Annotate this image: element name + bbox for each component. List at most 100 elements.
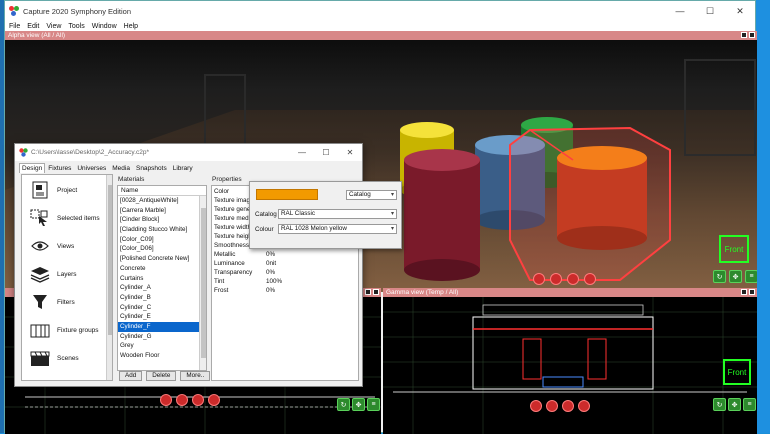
close-button[interactable]: ✕ xyxy=(725,1,755,21)
color-mode-select[interactable]: Catalog ▾ xyxy=(346,190,397,200)
alpha-view-cube[interactable]: Front xyxy=(719,235,749,263)
sidebar-scrollbar[interactable] xyxy=(106,175,112,380)
rotate-tool-icon[interactable] xyxy=(176,394,188,406)
viewport-restore-icon[interactable] xyxy=(365,289,371,295)
menu-window[interactable]: Window xyxy=(92,23,117,30)
list-item[interactable]: [Color_C09] xyxy=(118,235,206,245)
tab-fixtures[interactable]: Fixtures xyxy=(45,163,74,173)
app-title: Capture 2020 Symphony Edition xyxy=(23,6,131,16)
dialog-maximize-button[interactable]: ☐ xyxy=(314,144,338,161)
viewport-restore-icon[interactable] xyxy=(741,289,747,295)
viewport-restore-icon[interactable] xyxy=(741,32,747,38)
sidebar-item-scenes[interactable]: Scenes xyxy=(30,349,79,367)
move-tool-icon[interactable] xyxy=(530,400,542,412)
colour-select[interactable]: RAL 1028 Melon yellow ▾ xyxy=(278,224,397,234)
property-row: Tint 100% xyxy=(214,278,283,285)
orbit-icon[interactable]: ↻ xyxy=(337,398,350,411)
sidebar-item-views[interactable]: Views xyxy=(30,237,74,255)
rotate-tool-icon[interactable] xyxy=(550,273,562,285)
dialog-title-bar[interactable]: C:\Users\lasse\Desktop\2_Accuracy.c2p* —… xyxy=(15,144,362,161)
pan-icon[interactable]: ✥ xyxy=(352,398,365,411)
sidebar-item-fixture-groups[interactable]: Fixture groups xyxy=(30,321,99,339)
list-item[interactable]: Cylinder_B xyxy=(118,293,206,303)
tab-snapshots[interactable]: Snapshots xyxy=(133,163,170,173)
list-item[interactable]: [0028_AntiqueWhite] xyxy=(118,196,206,206)
menu-tools[interactable]: Tools xyxy=(68,23,84,30)
delete-tool-icon[interactable] xyxy=(208,394,220,406)
list-item[interactable]: Curtains xyxy=(118,274,206,284)
property-row: Luminance 0nit xyxy=(214,260,277,267)
list-item[interactable]: Wooden Floor xyxy=(118,351,206,361)
gamma-view-cube[interactable]: Front xyxy=(723,359,751,385)
dialog-close-button[interactable]: ✕ xyxy=(338,144,362,161)
viewport-menu-icon[interactable]: ≡ xyxy=(367,398,380,411)
maximize-button[interactable]: ☐ xyxy=(695,1,725,21)
materials-section-label: Materials xyxy=(118,176,145,183)
rotate-tool-icon[interactable] xyxy=(546,400,558,412)
viewport-maximize-icon[interactable] xyxy=(749,289,755,295)
sidebar-item-layers[interactable]: Layers xyxy=(30,265,77,283)
list-item[interactable]: [Carrera Marble] xyxy=(118,206,206,216)
list-item[interactable]: Cylinder_G xyxy=(118,332,206,342)
minimize-button[interactable]: — xyxy=(665,1,695,21)
pan-icon[interactable]: ✥ xyxy=(728,398,741,411)
viewport-maximize-icon[interactable] xyxy=(373,289,379,295)
viewport-menu-icon[interactable]: ≡ xyxy=(745,270,757,283)
list-item[interactable]: [Polished Concrete New] xyxy=(118,254,206,264)
orbit-icon[interactable]: ↻ xyxy=(713,398,726,411)
sidebar-item-selected-items[interactable]: Selected items xyxy=(30,209,100,227)
delete-tool-icon[interactable] xyxy=(584,273,596,285)
app-logo-icon xyxy=(9,6,19,16)
list-item[interactable]: Cylinder_A xyxy=(118,283,206,293)
menu-file[interactable]: File xyxy=(9,23,20,30)
delete-material-button[interactable]: Delete xyxy=(146,371,177,381)
sidebar-item-label: Fixture groups xyxy=(57,326,99,334)
sidebar-item-filters[interactable]: Filters xyxy=(30,293,75,311)
tab-design[interactable]: Design xyxy=(19,163,46,173)
design-sidebar: Project Selected items Views Layers Filt… xyxy=(21,174,113,381)
gamma-viewport[interactable]: Front ↻ ✥ ≡ xyxy=(383,297,757,434)
gamma-view-title: Gamma view (Temp / All) xyxy=(386,289,459,296)
tab-universes[interactable]: Universes xyxy=(74,163,109,173)
move-tool-icon[interactable] xyxy=(533,273,545,285)
menu-edit[interactable]: Edit xyxy=(27,23,39,30)
viewport-maximize-icon[interactable] xyxy=(749,32,755,38)
sidebar-item-project[interactable]: Project xyxy=(30,181,77,199)
property-row: Transparency 0% xyxy=(214,269,276,276)
catalog-label: Catalog xyxy=(255,211,277,218)
materials-column-header[interactable]: Name xyxy=(118,186,206,196)
list-item[interactable]: Grey xyxy=(118,341,206,351)
scale-tool-icon[interactable] xyxy=(567,273,579,285)
menu-help[interactable]: Help xyxy=(124,23,138,30)
orbit-icon[interactable]: ↻ xyxy=(713,270,726,283)
title-bar[interactable]: Capture 2020 Symphony Edition — ☐ ✕ xyxy=(5,1,755,21)
color-swatch[interactable] xyxy=(256,189,318,200)
scale-tool-icon[interactable] xyxy=(192,394,204,406)
list-item[interactable]: Cylinder_C xyxy=(118,303,206,313)
list-item[interactable]: Cylinder_E xyxy=(118,312,206,322)
list-item-selected[interactable]: Cylinder_F xyxy=(118,321,206,332)
list-item[interactable]: [Cladding Stucco White] xyxy=(118,225,206,235)
list-item[interactable]: [Cinder Block] xyxy=(118,215,206,225)
chevron-down-icon: ▾ xyxy=(390,192,394,198)
project-icon xyxy=(30,181,50,199)
tab-library[interactable]: Library xyxy=(170,163,196,173)
add-material-button[interactable]: Add xyxy=(119,371,143,381)
menu-view[interactable]: View xyxy=(46,23,61,30)
pan-icon[interactable]: ✥ xyxy=(729,270,742,283)
catalog-select[interactable]: RAL Classic ▾ xyxy=(278,209,397,219)
list-item[interactable]: Concrete xyxy=(118,264,206,274)
tab-media[interactable]: Media xyxy=(109,163,133,173)
more-material-button[interactable]: More.. xyxy=(180,371,211,381)
scale-tool-icon[interactable] xyxy=(562,400,574,412)
move-tool-icon[interactable] xyxy=(160,394,172,406)
delete-tool-icon[interactable] xyxy=(578,400,590,412)
viewport-menu-icon[interactable]: ≡ xyxy=(743,398,756,411)
chevron-down-icon: ▾ xyxy=(390,226,394,232)
sidebar-item-label: Scenes xyxy=(57,354,79,362)
chevron-down-icon: ▾ xyxy=(390,211,394,217)
dialog-minimize-button[interactable]: — xyxy=(290,144,314,161)
materials-scrollbar[interactable] xyxy=(199,196,206,370)
list-item[interactable]: [Color_D06] xyxy=(118,244,206,254)
property-row: Frost 0% xyxy=(214,287,276,294)
